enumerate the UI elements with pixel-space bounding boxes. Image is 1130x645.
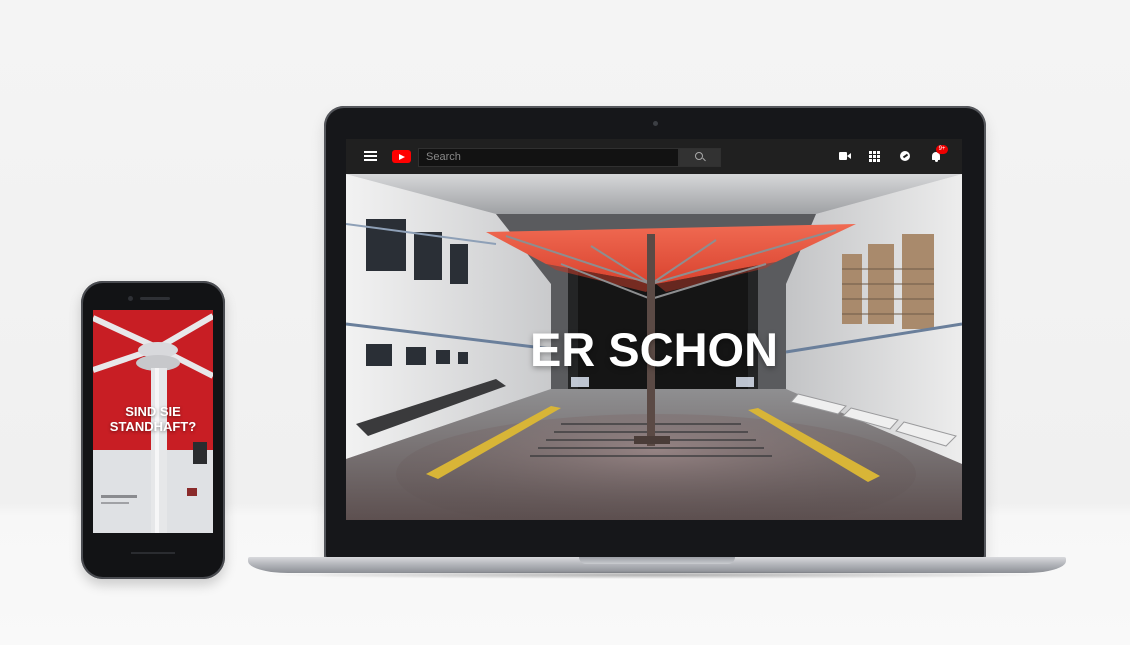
video-camera-icon[interactable] <box>839 150 852 163</box>
laptop-shadow <box>260 571 1055 579</box>
hamburger-menu-icon[interactable] <box>364 151 377 161</box>
youtube-logo-icon[interactable] <box>392 150 411 163</box>
search-button[interactable] <box>679 148 721 167</box>
webcam <box>653 121 658 126</box>
phone-overlay-caption: SIND SIE STANDHAFT? <box>93 404 213 434</box>
phone-home-indicator <box>131 552 175 554</box>
phone-screen[interactable]: SIND SIE STANDHAFT? <box>93 310 213 533</box>
search-input[interactable]: Search <box>418 148 679 167</box>
phone-caption-line2: STANDHAFT? <box>109 419 197 434</box>
laptop-screen: Search 9+ ER SCHON <box>346 139 962 520</box>
notification-badge: 9+ <box>936 145 948 154</box>
laptop-hinge-notch <box>579 557 735 564</box>
phone-caption-line1: SIND SIE <box>125 404 181 419</box>
video-overlay-caption: ER SCHON <box>529 323 779 376</box>
mockup-scene: Search 9+ ER SCHON SIND SIE STANDHAFT? <box>0 0 1130 645</box>
video-player[interactable]: ER SCHON <box>346 174 962 520</box>
chat-bubble-icon[interactable] <box>899 150 912 163</box>
phone-camera <box>128 296 133 301</box>
apps-grid-icon[interactable] <box>869 150 882 163</box>
youtube-topbar: Search 9+ <box>346 139 962 174</box>
phone-speaker <box>140 297 170 300</box>
